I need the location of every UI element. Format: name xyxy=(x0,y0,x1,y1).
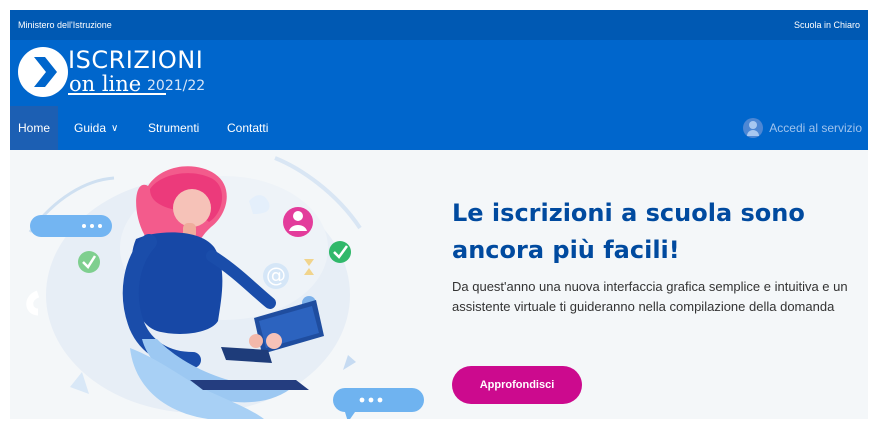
svg-text:@: @ xyxy=(266,263,286,287)
hero-section: @ Le iscrizioni a scuola sono ancora più… xyxy=(10,150,868,419)
user-icon xyxy=(743,118,764,138)
page-frame: Ministero dell'Istruzione Scuola in Chia… xyxy=(10,10,868,419)
nav-item-contatti[interactable]: Contatti xyxy=(227,106,268,150)
ministry-link[interactable]: Ministero dell'Istruzione xyxy=(18,20,112,30)
nav-item-label: Home xyxy=(18,121,51,135)
hero-illustration: @ xyxy=(26,156,424,419)
login-label: Accedi al servizio xyxy=(769,121,862,135)
login-button[interactable]: Accedi al servizio xyxy=(743,106,862,150)
nav-item-label: Strumenti xyxy=(148,121,200,135)
main-navigation: Home Guida ∨ Strumenti Contatti Accedi a… xyxy=(10,106,868,150)
nav-item-strumenti[interactable]: Strumenti xyxy=(148,106,199,150)
nav-item-home[interactable]: Home xyxy=(10,106,59,150)
hero-content: Le iscrizioni a scuola sono ancora più f… xyxy=(452,150,868,419)
hero-title-line-2: ancora più facili! xyxy=(452,236,680,264)
nav-item-label: Contatti xyxy=(227,121,269,135)
scuola-in-chiaro-link[interactable]: Scuola in Chiaro xyxy=(794,20,860,30)
brand-title: ISCRIZIONI xyxy=(68,46,204,74)
nav-item-label: Guida xyxy=(74,121,107,135)
approfondisci-button[interactable]: Approfondisci xyxy=(452,366,582,404)
logo-icon[interactable] xyxy=(18,47,68,97)
chevron-down-icon: ∨ xyxy=(111,122,119,134)
brand-year: 2021/22 xyxy=(147,78,206,94)
top-bar: Ministero dell'Istruzione Scuola in Chia… xyxy=(10,10,868,40)
hero-title: Le iscrizioni a scuola sono ancora più f… xyxy=(452,195,868,269)
nav-item-guida[interactable]: Guida ∨ xyxy=(74,106,118,150)
site-header: ISCRIZIONI on line 2021/22 xyxy=(10,40,868,106)
hero-description: Da quest'anno una nuova interfaccia graf… xyxy=(452,279,848,314)
hero-title-line-1: Le iscrizioni a scuola sono xyxy=(452,199,805,227)
